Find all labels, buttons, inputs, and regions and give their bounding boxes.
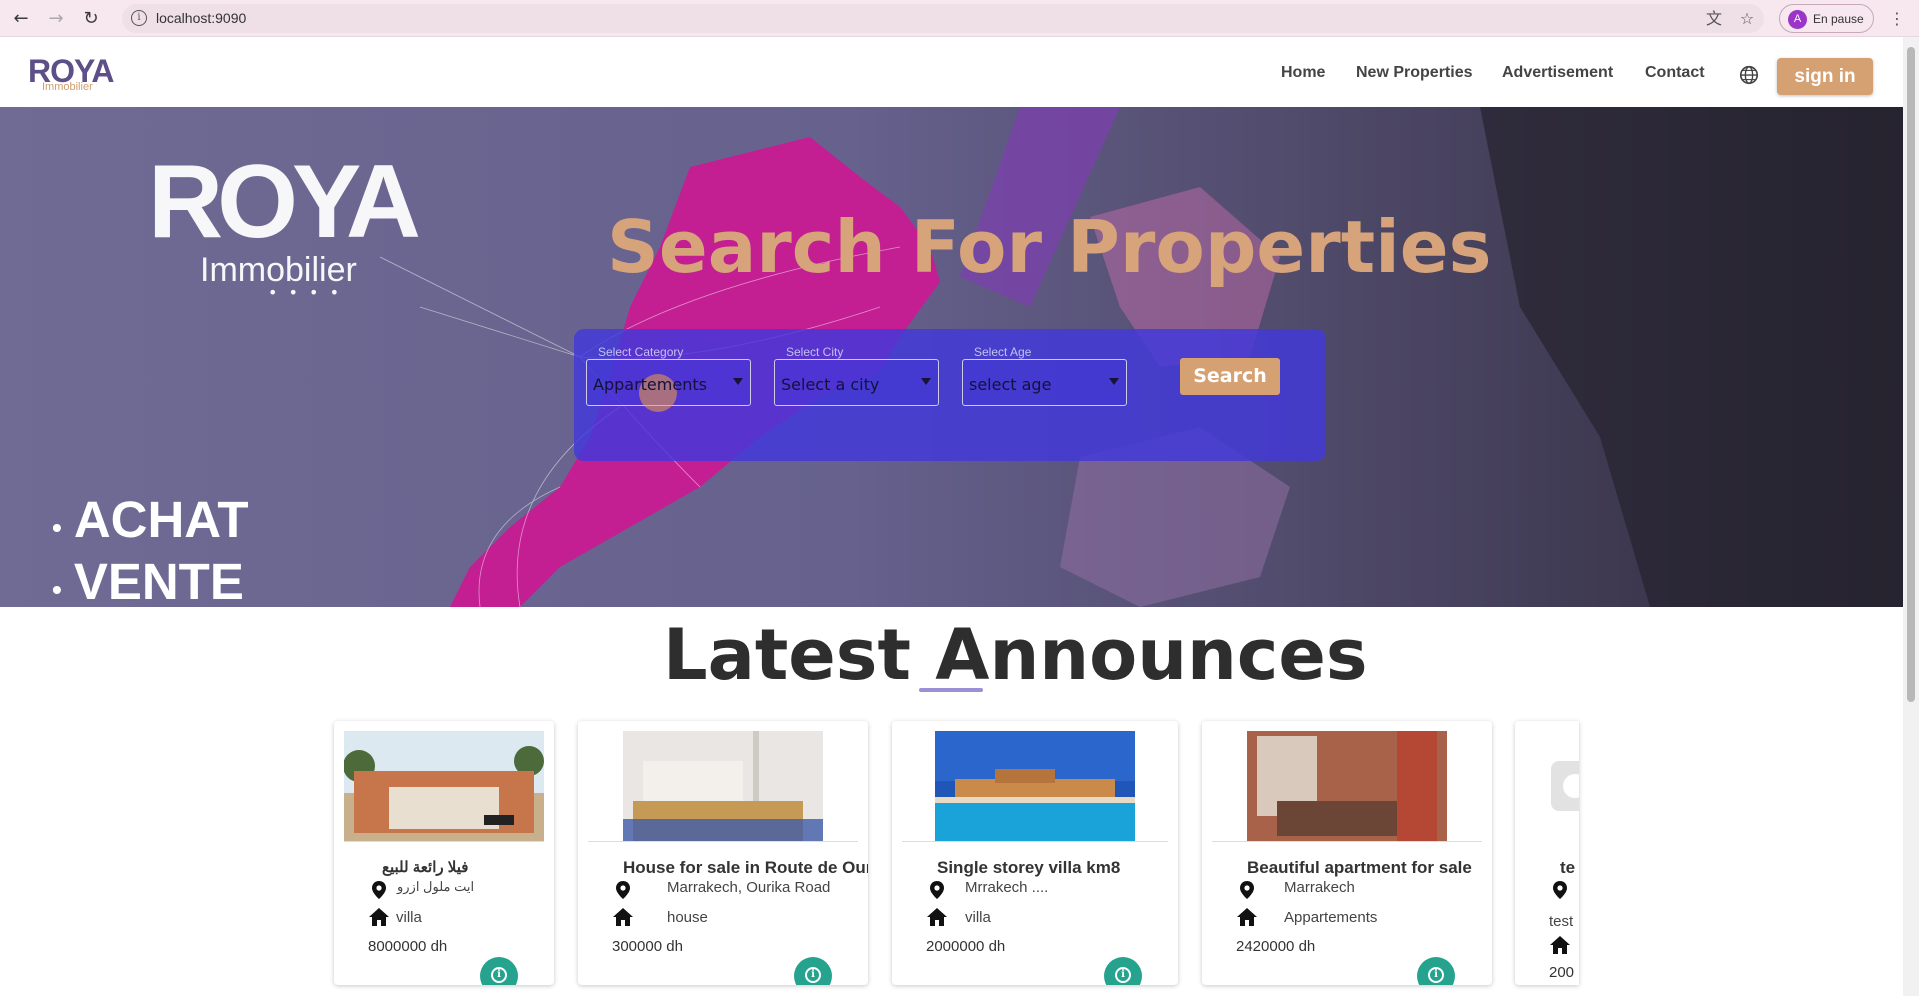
home-icon	[1237, 908, 1257, 926]
home-icon	[369, 908, 389, 926]
address-bar[interactable]	[122, 4, 1764, 33]
profile-status: En pause	[1813, 12, 1864, 26]
hero-service-item: VENTE	[52, 555, 249, 608]
card-title: Beautiful apartment for sale	[1247, 858, 1472, 877]
url-text[interactable]: localhost:9090	[156, 10, 246, 26]
property-card[interactable]: فيلا رائعة للبيع ايت ملول ازرو villa 800…	[334, 721, 554, 985]
card-divider	[588, 841, 858, 842]
scrollbar-thumb[interactable]	[1907, 47, 1915, 702]
search-panel: Select Category Appartements Select City…	[574, 329, 1326, 461]
card-location: Marrakech, Ourika Road	[667, 879, 831, 896]
nav-new-properties[interactable]: New Properties	[1356, 64, 1472, 82]
hero-service-item: ACHAT	[52, 493, 249, 555]
nav-home[interactable]: Home	[1281, 64, 1325, 82]
card-type: villa	[396, 909, 422, 926]
property-card[interactable]: House for sale in Route de Ourika Marrak…	[578, 721, 868, 985]
page-scrollbar[interactable]	[1903, 37, 1919, 996]
section-title: Latest Announces	[663, 614, 1368, 696]
forward-icon[interactable]: →	[43, 6, 69, 32]
info-button[interactable]: i	[1417, 957, 1455, 985]
card-price: 8000000 dh	[368, 938, 448, 955]
card-divider	[902, 841, 1168, 842]
info-button[interactable]: i	[794, 957, 832, 985]
property-image	[623, 731, 823, 841]
info-icon: i	[805, 967, 821, 983]
age-value: select age	[969, 375, 1052, 394]
property-image	[935, 731, 1135, 841]
category-select[interactable]: Appartements	[586, 359, 751, 412]
home-icon	[1550, 936, 1570, 954]
card-location: ايت ملول ازرو	[397, 879, 475, 894]
city-label: Select City	[786, 345, 844, 359]
chevron-down-icon	[1109, 378, 1119, 385]
site-logo[interactable]: ROYA Immobilier	[28, 53, 118, 97]
hero-brand-title: ROYA	[148, 144, 421, 260]
browser-toolbar: ← → ↻ i localhost:9090 文 ☆ A En pause ⋮	[0, 0, 1919, 37]
category-label: Select Category	[598, 345, 684, 359]
location-pin-icon	[1553, 881, 1567, 899]
card-location: Marrakech	[1284, 879, 1355, 896]
location-pin-icon	[930, 881, 944, 899]
card-title: فيلا رائعة للبيع	[382, 859, 469, 876]
hero-title: Search For Properties	[607, 205, 1492, 289]
site-header: ROYA Immobilier Home New Properties Adve…	[0, 37, 1903, 107]
card-price: 200	[1549, 964, 1575, 981]
city-select[interactable]: Select a city	[774, 359, 939, 406]
category-value: Appartements	[593, 375, 707, 394]
back-icon[interactable]: ←	[8, 6, 34, 32]
card-title: Single storey villa km8	[937, 858, 1121, 877]
globe-icon[interactable]	[1738, 64, 1760, 86]
card-location: Mrrakech ....	[965, 879, 1049, 896]
hero-banner: ROYA Immobilier • • • • ACHAT VENTE Sear…	[0, 107, 1903, 607]
card-type: house	[667, 909, 708, 926]
age-label: Select Age	[974, 345, 1032, 359]
info-icon: i	[491, 967, 507, 983]
profile-chip[interactable]: A En pause	[1779, 4, 1874, 33]
card-price: 2420000 dh	[1236, 938, 1316, 955]
info-icon: i	[1428, 967, 1444, 983]
translate-icon[interactable]: 文	[1703, 8, 1725, 30]
age-select[interactable]: select age	[962, 359, 1127, 406]
nav-contact[interactable]: Contact	[1645, 64, 1705, 82]
card-type: test	[1549, 913, 1574, 930]
card-divider	[1212, 841, 1482, 842]
property-card[interactable]: Beautiful apartment for sale Marrakech A…	[1202, 721, 1492, 985]
card-title: te	[1560, 858, 1576, 877]
info-button[interactable]: i	[1104, 957, 1142, 985]
card-type: villa	[965, 909, 991, 926]
menu-kebab-icon[interactable]: ⋮	[1886, 8, 1908, 30]
property-card[interactable]: te test 200	[1515, 721, 1579, 985]
location-pin-icon	[616, 881, 630, 899]
card-title: House for sale in Route de Ourika	[623, 858, 868, 877]
site-info-icon[interactable]: i	[131, 10, 147, 26]
nav-advertisement[interactable]: Advertisement	[1502, 64, 1613, 82]
home-icon	[927, 908, 947, 926]
hero-services: ACHAT VENTE	[52, 493, 249, 608]
location-pin-icon	[1240, 881, 1254, 899]
chevron-down-icon	[733, 378, 743, 385]
logo-subtitle: Immobilier	[42, 81, 93, 93]
card-price: 300000 dh	[612, 938, 683, 955]
reload-icon[interactable]: ↻	[78, 6, 104, 32]
card-divider	[344, 841, 544, 842]
sign-in-button[interactable]: sign in	[1777, 58, 1873, 95]
hero-brand-dots: • • • •	[268, 283, 343, 302]
title-underline	[919, 688, 983, 692]
property-image	[344, 731, 544, 841]
card-price: 2000000 dh	[926, 938, 1006, 955]
chevron-down-icon	[921, 378, 931, 385]
property-image	[1247, 731, 1447, 841]
home-icon	[613, 908, 633, 926]
avatar: A	[1788, 10, 1807, 29]
city-value: Select a city	[781, 375, 880, 394]
location-pin-icon	[372, 881, 386, 899]
hero-brand-logo: ROYA Immobilier • • • •	[148, 143, 448, 302]
bookmark-star-icon[interactable]: ☆	[1736, 8, 1758, 30]
info-button[interactable]: i	[480, 957, 518, 985]
info-icon: i	[1115, 967, 1131, 983]
card-type: Appartements	[1284, 909, 1378, 926]
placeholder-image-icon	[1545, 731, 1579, 841]
search-button[interactable]: Search	[1180, 358, 1280, 395]
property-card[interactable]: Single storey villa km8 Mrrakech .... vi…	[892, 721, 1178, 985]
